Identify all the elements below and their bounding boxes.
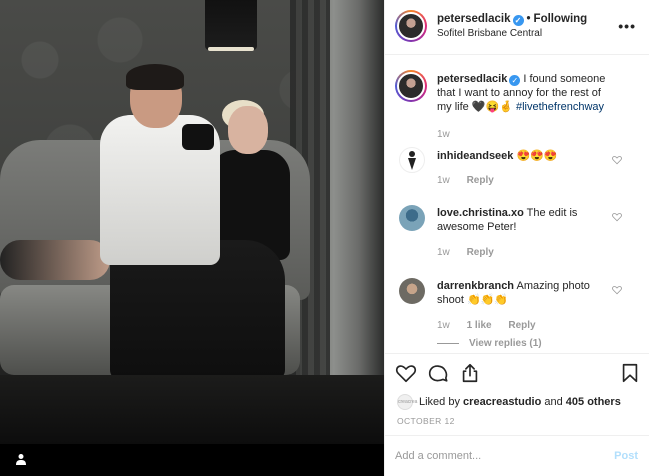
add-comment-input[interactable] bbox=[395, 446, 600, 466]
tagged-users-button[interactable] bbox=[12, 450, 30, 468]
bookmark-icon[interactable] bbox=[619, 362, 641, 384]
post-header: petersedlacik ✓ • Following Sofitel Brisban… bbox=[385, 0, 649, 55]
comment-avatar[interactable] bbox=[399, 147, 425, 173]
caption: petersedlacik ✓ I found someone that I wa… bbox=[395, 68, 640, 148]
author-avatar[interactable] bbox=[395, 10, 427, 42]
floor bbox=[0, 375, 384, 444]
woman-head bbox=[228, 106, 268, 154]
photo-scene bbox=[0, 0, 384, 444]
caption-meta: 1w bbox=[437, 129, 464, 140]
comment-text: 😍😍😍 bbox=[516, 150, 558, 162]
comment-meta: 1w Reply bbox=[437, 247, 508, 258]
caption-username[interactable]: petersedlacik bbox=[437, 73, 507, 85]
comment-text-block: darrenkbranch Amazing photo shoot 👏👏👏 bbox=[437, 279, 612, 307]
liker-avatar[interactable]: creacrea bbox=[397, 394, 417, 410]
comment-username[interactable]: love.christina.xo bbox=[437, 207, 524, 219]
comment-meta: 1w 1 like Reply bbox=[437, 320, 550, 331]
comment-icon[interactable] bbox=[427, 362, 449, 384]
heart-icon[interactable] bbox=[395, 362, 417, 384]
following-button[interactable]: Following bbox=[534, 13, 588, 25]
liker-username[interactable]: creacreastudio bbox=[463, 396, 541, 408]
caption-time[interactable]: 1w bbox=[437, 129, 450, 140]
likes-summary: creacrea Liked by creacreastudio and 405… bbox=[397, 394, 621, 410]
verified-icon: ✓ bbox=[512, 15, 524, 26]
user-icon bbox=[16, 454, 26, 465]
caption-text-block: petersedlacik ✓ I found someone that I wa… bbox=[437, 72, 612, 114]
comment-time[interactable]: 1w bbox=[437, 247, 450, 258]
comment-avatar[interactable] bbox=[399, 278, 425, 304]
comment-item: inhideandseek 😍😍😍 1w Reply bbox=[395, 147, 640, 192]
more-options-icon[interactable]: ••• bbox=[618, 18, 636, 34]
comment-text-block: love.christina.xo The edit is awesome Pe… bbox=[437, 206, 612, 234]
separator-dot: • bbox=[526, 13, 531, 25]
post-details-panel: petersedlacik ✓ • Following Sofitel Brisban… bbox=[384, 0, 649, 476]
verified-icon: ✓ bbox=[509, 75, 521, 86]
man-hair bbox=[126, 64, 184, 90]
comments-list[interactable]: petersedlacik ✓ I found someone that I wa… bbox=[385, 55, 649, 353]
comment-item: darrenkbranch Amazing photo shoot 👏👏👏 1w… bbox=[395, 276, 640, 336]
post-photo[interactable] bbox=[0, 0, 384, 476]
comment-likes-count[interactable]: 1 like bbox=[467, 320, 492, 331]
share-icon[interactable] bbox=[459, 362, 481, 384]
lamp-glow bbox=[208, 47, 254, 51]
post-date[interactable]: OCTOBER 12 bbox=[397, 416, 455, 426]
caption-avatar-image bbox=[397, 72, 425, 100]
camera bbox=[182, 124, 214, 150]
woman-legs bbox=[0, 240, 110, 280]
liked-by-prefix: Liked by bbox=[419, 396, 460, 408]
view-replies-line bbox=[437, 342, 459, 344]
likes-count-link[interactable]: 405 others bbox=[566, 396, 621, 408]
header-user-line: petersedlacik ✓ • Following bbox=[437, 13, 587, 26]
post-comment-button[interactable]: Post bbox=[614, 450, 638, 462]
view-replies-button[interactable]: View replies (1) bbox=[437, 338, 542, 349]
liked-by-middle: and bbox=[544, 396, 563, 408]
reply-button[interactable]: Reply bbox=[467, 247, 494, 258]
post-actions: creacrea Liked by creacreastudio and 405… bbox=[385, 353, 649, 435]
comment-like-heart-icon[interactable] bbox=[612, 285, 622, 295]
view-replies-label: View replies (1) bbox=[469, 338, 542, 349]
reply-button[interactable]: Reply bbox=[508, 320, 535, 331]
comment-username[interactable]: inhideandseek bbox=[437, 150, 513, 162]
comment-time[interactable]: 1w bbox=[437, 320, 450, 331]
pendant-lamp bbox=[205, 0, 257, 50]
add-comment-bar: Post bbox=[385, 435, 649, 476]
comment-username[interactable]: darrenkbranch bbox=[437, 280, 514, 292]
comment-item: love.christina.xo The edit is awesome Pe… bbox=[395, 203, 640, 263]
comment-text-block: inhideandseek 😍😍😍 bbox=[437, 149, 612, 163]
figure-icon bbox=[408, 151, 416, 170]
comment-meta: 1w Reply bbox=[437, 175, 508, 186]
comment-like-heart-icon[interactable] bbox=[612, 155, 622, 165]
location-link[interactable]: Sofitel Brisbane Central bbox=[437, 28, 542, 39]
hashtag-link[interactable]: #livethefrenchway bbox=[516, 101, 604, 113]
caption-avatar[interactable] bbox=[395, 70, 427, 102]
comment-time[interactable]: 1w bbox=[437, 175, 450, 186]
comment-like-heart-icon[interactable] bbox=[612, 212, 622, 222]
author-avatar-image bbox=[397, 12, 425, 40]
comment-avatar[interactable] bbox=[399, 205, 425, 231]
author-username[interactable]: petersedlacik bbox=[437, 13, 511, 25]
reply-button[interactable]: Reply bbox=[467, 175, 494, 186]
